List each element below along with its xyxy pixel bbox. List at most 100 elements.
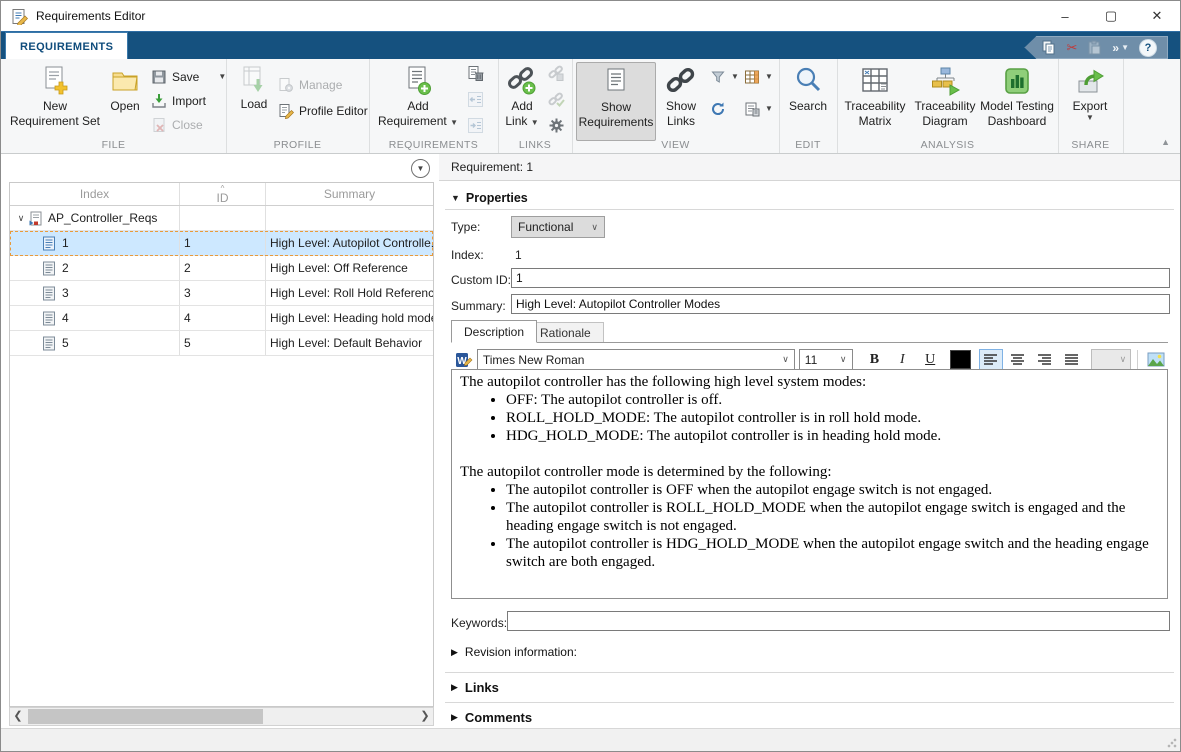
tab-requirements[interactable]: REQUIREMENTS bbox=[5, 32, 128, 61]
properties-section-header[interactable]: ▼ Properties bbox=[451, 191, 528, 205]
open-in-word-button[interactable]: W bbox=[451, 349, 477, 371]
section-label-file: FILE bbox=[1, 139, 226, 151]
revision-information-header[interactable]: ▶ Revision information: bbox=[451, 645, 577, 659]
description-bullet: ROLL_HOLD_MODE: The autopilot controller… bbox=[506, 409, 1159, 427]
common-shortcuts-icon[interactable]: » ▼ bbox=[1112, 42, 1129, 54]
traceability-matrix-button[interactable]: TraceabilityMatrix bbox=[841, 62, 909, 129]
collapse-toolstrip-icon[interactable]: ▲ bbox=[1161, 137, 1170, 147]
confirm-link-icon bbox=[548, 91, 565, 108]
expand-comments-icon[interactable]: ▶ bbox=[451, 712, 458, 723]
comments-section-header[interactable]: ▶ Comments bbox=[451, 710, 532, 725]
delete-requirement-icon bbox=[467, 65, 484, 82]
font-name-dropdown[interactable]: Times New Roman ∨ bbox=[477, 349, 795, 370]
paste-icon[interactable] bbox=[1087, 40, 1102, 55]
align-right-button[interactable] bbox=[1033, 349, 1057, 371]
bold-button[interactable]: B bbox=[863, 349, 887, 371]
tree-collapse-icon[interactable]: ∨ bbox=[14, 213, 28, 224]
export-button[interactable]: Export ▼ bbox=[1064, 62, 1116, 122]
description-bullet: HDG_HOLD_MODE: The autopilot controller … bbox=[506, 427, 1159, 445]
delete-requirement-button[interactable] bbox=[467, 65, 484, 82]
copy-icon[interactable] bbox=[1041, 40, 1056, 55]
manage-profile-button[interactable]: Manage bbox=[278, 77, 342, 93]
new-requirement-set-button[interactable]: NewRequirement Set bbox=[7, 62, 103, 129]
font-color-swatch[interactable] bbox=[950, 350, 971, 369]
add-requirement-button[interactable]: AddRequirement ▼ bbox=[375, 62, 461, 129]
column-header-id[interactable]: ^ID bbox=[180, 183, 266, 205]
table-row-requirement-4[interactable]: 4 4 High Level: Heading hold mode... bbox=[10, 306, 433, 331]
maximize-button[interactable]: ▢ bbox=[1088, 1, 1134, 31]
demote-requirement-button[interactable] bbox=[467, 117, 484, 134]
description-editor[interactable]: The autopilot controller has the followi… bbox=[451, 369, 1168, 599]
table-row-requirement-set[interactable]: ∨ AP_Controller_Reqs bbox=[10, 206, 433, 231]
scroll-left-icon[interactable]: ❮ bbox=[10, 711, 26, 722]
columns-dropdown-icon[interactable]: ▼ bbox=[765, 73, 773, 81]
tab-description[interactable]: Description bbox=[451, 320, 537, 343]
scrollbar-thumb[interactable] bbox=[28, 709, 263, 724]
promote-requirement-button[interactable] bbox=[467, 91, 484, 108]
import-button[interactable]: Import bbox=[151, 93, 206, 109]
export-dropdown-icon[interactable]: ▼ bbox=[1086, 114, 1094, 122]
help-icon[interactable]: ? bbox=[1139, 39, 1157, 57]
custom-id-field[interactable] bbox=[511, 268, 1170, 288]
table-row-requirement-1[interactable]: 1 1 High Level: Autopilot Controlle... bbox=[10, 231, 433, 256]
load-profile-button[interactable]: Load bbox=[234, 62, 274, 112]
expand-links-icon[interactable]: ▶ bbox=[451, 682, 458, 693]
font-size-dropdown[interactable]: 11 ∨ bbox=[799, 349, 853, 370]
show-links-button[interactable]: ShowLinks bbox=[658, 62, 704, 129]
table-header-row: Index ^ID Summary bbox=[10, 183, 433, 206]
keywords-field[interactable] bbox=[507, 611, 1170, 631]
filter-button[interactable]: ▼ bbox=[710, 69, 739, 85]
italic-button[interactable]: I bbox=[890, 349, 914, 371]
type-dropdown[interactable]: Functional ∨ bbox=[511, 216, 605, 238]
resize-grip[interactable] bbox=[1167, 738, 1177, 748]
add-requirement-dropdown-icon[interactable]: ▼ bbox=[450, 118, 458, 127]
index-label: Index: bbox=[451, 248, 484, 262]
horizontal-scrollbar[interactable]: ❮ ❯ bbox=[9, 707, 434, 726]
search-icon bbox=[793, 65, 823, 97]
links-section-header[interactable]: ▶ Links bbox=[451, 680, 499, 695]
detail-view-dropdown-icon[interactable]: ▼ bbox=[765, 105, 773, 113]
tab-rationale[interactable]: Rationale bbox=[527, 322, 604, 343]
columns-button[interactable]: ▼ bbox=[744, 69, 773, 85]
search-button[interactable]: Search bbox=[783, 62, 833, 114]
profile-editor-button[interactable]: Profile Editor bbox=[278, 103, 368, 119]
add-link-dropdown-icon[interactable]: ▼ bbox=[531, 118, 539, 127]
table-row-requirement-2[interactable]: 2 2 High Level: Off Reference bbox=[10, 256, 433, 281]
description-paragraph: The autopilot controller mode is determi… bbox=[460, 463, 1159, 481]
section-profile: Load Manage Profile Editor PROFILE bbox=[226, 59, 370, 153]
align-justify-button[interactable] bbox=[1060, 349, 1084, 371]
profile-editor-icon bbox=[278, 103, 294, 119]
align-left-button[interactable] bbox=[979, 349, 1003, 371]
confirm-link-button[interactable] bbox=[548, 91, 565, 108]
panel-options-icon[interactable]: ▼ bbox=[411, 159, 430, 178]
table-row-requirement-3[interactable]: 3 3 High Level: Roll Hold Reference bbox=[10, 281, 433, 306]
open-button[interactable]: Open bbox=[103, 62, 147, 114]
save-button[interactable]: Save ▼ bbox=[151, 69, 226, 85]
close-set-button[interactable]: Close bbox=[151, 117, 203, 133]
filter-dropdown-icon[interactable]: ▼ bbox=[731, 73, 739, 81]
traceability-diagram-button[interactable]: TraceabilityDiagram bbox=[911, 62, 979, 129]
scroll-right-icon[interactable]: ❯ bbox=[417, 711, 433, 722]
detail-view-button[interactable]: ▼ bbox=[744, 101, 773, 117]
minimize-button[interactable]: – bbox=[1042, 1, 1088, 31]
add-link-button[interactable]: AddLink ▼ bbox=[500, 62, 544, 129]
summary-field[interactable] bbox=[511, 294, 1170, 314]
list-style-dropdown[interactable]: ∨ bbox=[1091, 349, 1131, 370]
shortcuts-dropdown-icon[interactable]: ▼ bbox=[1121, 43, 1129, 52]
column-header-summary[interactable]: Summary bbox=[266, 183, 433, 205]
align-center-button[interactable] bbox=[1006, 349, 1030, 371]
insert-image-button[interactable] bbox=[1144, 349, 1168, 371]
cut-icon[interactable]: ✂ bbox=[1066, 41, 1077, 54]
collapse-properties-icon[interactable]: ▼ bbox=[451, 193, 460, 203]
refresh-button[interactable] bbox=[710, 101, 726, 117]
table-row-requirement-5[interactable]: 5 5 High Level: Default Behavior bbox=[10, 331, 433, 356]
underline-button[interactable]: U bbox=[918, 349, 942, 371]
model-testing-dashboard-button[interactable]: Model TestingDashboard bbox=[979, 62, 1055, 129]
show-requirements-button[interactable]: ShowRequirements bbox=[576, 62, 656, 141]
expand-revision-icon[interactable]: ▶ bbox=[451, 647, 458, 658]
close-button[interactable]: ✕ bbox=[1134, 1, 1180, 31]
link-settings-button[interactable] bbox=[548, 117, 565, 134]
column-header-index[interactable]: Index bbox=[10, 183, 180, 205]
promote-requirement-icon bbox=[467, 91, 484, 108]
delete-link-button[interactable] bbox=[548, 65, 565, 82]
